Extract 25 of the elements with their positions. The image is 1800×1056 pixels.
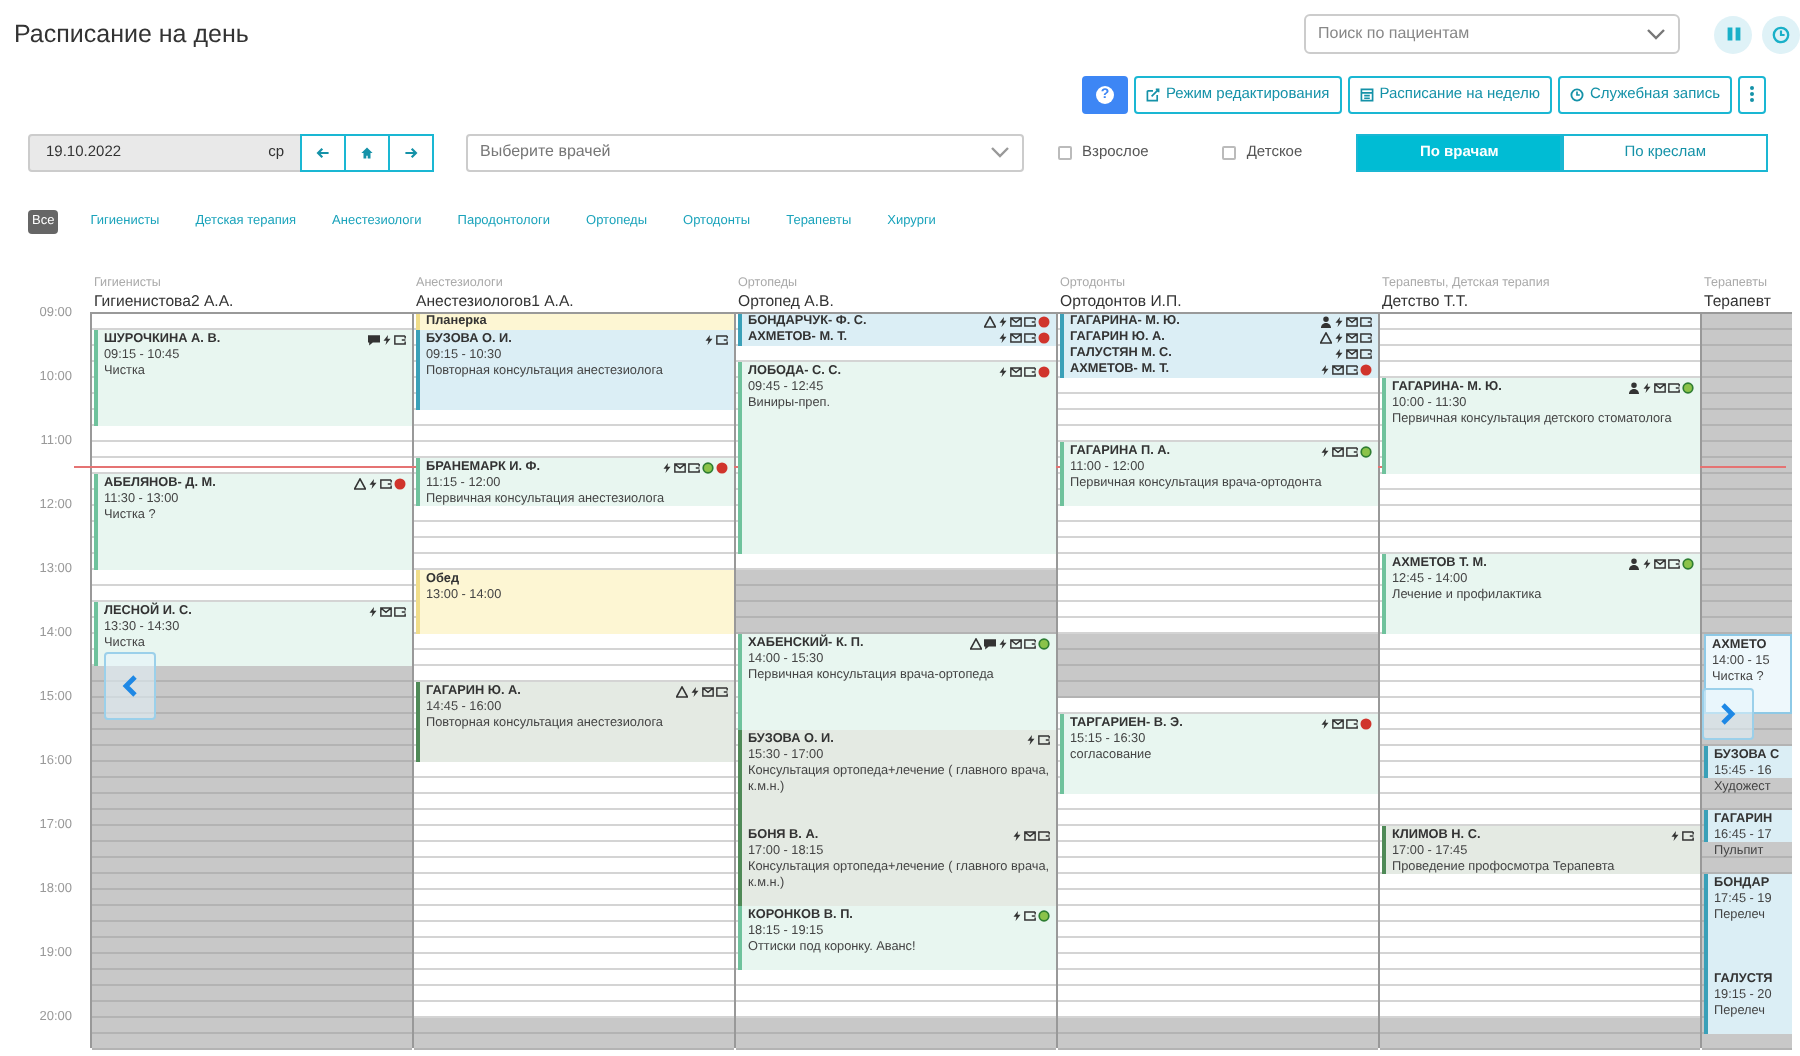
arrow-right-icon <box>404 145 418 159</box>
clock-icon <box>1569 87 1584 101</box>
page-title: Расписание на день <box>14 19 249 49</box>
previous-day-button[interactable] <box>300 133 346 171</box>
doctor-select-field[interactable]: Выберите врачей <box>466 133 1024 171</box>
scroll-left-button[interactable] <box>104 652 156 720</box>
checkbox[interactable] <box>1222 145 1237 159</box>
checkbox[interactable] <box>1058 145 1072 159</box>
more-button[interactable] <box>1738 75 1766 113</box>
chevron-down-icon <box>1646 28 1666 40</box>
next-day-button[interactable] <box>388 133 434 171</box>
arrow-left-icon <box>316 145 330 159</box>
clock-icon <box>1772 25 1790 43</box>
today-button[interactable] <box>344 133 390 171</box>
edit-icon <box>1145 87 1160 101</box>
chevron-right-icon <box>1720 702 1736 726</box>
scroll-right-button[interactable] <box>1702 688 1754 740</box>
columns-icon <box>1725 26 1741 42</box>
chevron-left-icon <box>122 674 138 698</box>
calendar-icon <box>1359 87 1374 101</box>
home-icon <box>360 145 374 159</box>
list-view-button[interactable] <box>1714 15 1752 53</box>
clock-button[interactable] <box>1762 15 1800 53</box>
chevron-down-icon <box>990 146 1010 158</box>
patient-search-field[interactable]: Поиск по пациентам <box>1304 14 1680 54</box>
